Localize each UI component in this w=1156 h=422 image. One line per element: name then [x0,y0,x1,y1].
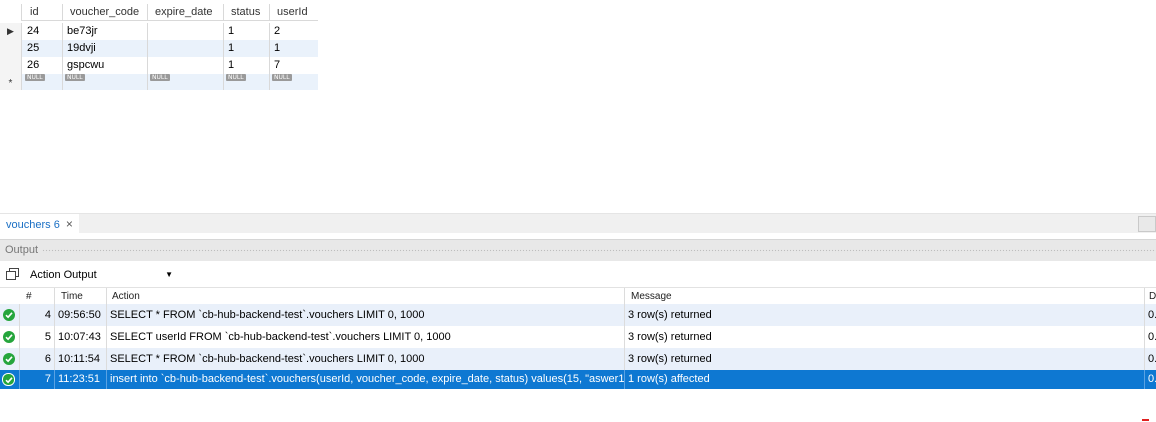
cell-id-null[interactable]: NULL [23,74,62,91]
cell-userid[interactable]: 7 [270,57,318,74]
table-row[interactable]: 25 19dvji 1 1 [0,40,318,57]
action-num: 5 [44,331,51,343]
cell-userid-null[interactable]: NULL [270,74,318,91]
cell-expire-date[interactable] [148,23,223,40]
result-tab-bar: vouchers 6 × [0,213,1156,234]
action-duration: 0. [1148,353,1156,365]
action-message: 1 row(s) affected [628,373,710,385]
output-type-select[interactable]: Action Output ▼ [26,266,176,284]
cell-status[interactable]: 1 [224,23,269,40]
action-message: 3 row(s) returned [628,353,712,365]
cell-userid[interactable]: 1 [270,40,318,57]
cell-voucher-code-null[interactable]: NULL [63,74,147,91]
action-time: 09:56:50 [58,309,101,321]
action-duration: 0. [1148,373,1156,385]
column-header-id[interactable]: id [23,4,62,21]
drag-handle[interactable] [42,249,1156,253]
action-table-header: # Time Action Message D [0,287,1156,306]
table-row[interactable]: ▶ 24 be73jr 1 2 [0,23,318,40]
cell-expire-date[interactable] [148,57,223,74]
output-type-value: Action Output [30,269,97,281]
cell-voucher-code[interactable]: 19dvji [63,40,147,57]
success-icon [2,373,15,386]
column-header-expire-date[interactable]: expire_date [148,4,223,21]
action-text: SELECT userId FROM `cb-hub-backend-test`… [110,331,451,343]
null-badge: NULL [226,74,246,81]
action-message: 3 row(s) returned [628,309,712,321]
action-row[interactable]: 5 10:07:43 SELECT userId FROM `cb-hub-ba… [0,326,1156,348]
column-header-voucher-code[interactable]: voucher_code [63,4,147,21]
cell-expire-date-null[interactable]: NULL [148,74,223,91]
action-num: 6 [44,353,51,365]
success-icon [3,331,15,343]
action-text: insert into `cb-hub-backend-test`.vouche… [110,373,624,385]
action-time: 10:11:54 [58,353,101,365]
action-row[interactable]: 6 10:11:54 SELECT * FROM `cb-hub-backend… [0,348,1156,370]
row-header-corner [0,4,22,21]
tab-label: vouchers 6 [6,219,60,231]
new-row-marker[interactable]: * [0,74,22,90]
action-text: SELECT * FROM `cb-hub-backend-test`.vouc… [110,353,425,365]
copy-icon[interactable] [6,268,20,281]
row-header[interactable] [0,57,22,74]
null-badge: NULL [25,74,45,81]
success-icon [3,309,15,321]
null-badge: NULL [272,74,292,81]
output-title: Output [5,244,39,256]
chevron-down-icon: ▼ [165,270,173,279]
cell-id[interactable]: 24 [23,23,62,40]
table-row[interactable]: 26 gspcwu 1 7 [0,57,318,74]
current-row-indicator[interactable]: ▶ [0,23,22,40]
column-header-userid[interactable]: userId [270,4,318,21]
action-num: 4 [44,309,51,321]
cell-status[interactable]: 1 [224,40,269,57]
tab-vouchers-6[interactable]: vouchers 6 × [0,214,79,234]
action-row[interactable]: 4 09:56:50 SELECT * FROM `cb-hub-backend… [0,304,1156,326]
action-time: 11:23:51 [58,373,101,385]
row-header[interactable] [0,40,22,57]
cell-id[interactable]: 25 [23,40,62,57]
cell-status-null[interactable]: NULL [224,74,269,91]
new-row[interactable]: * NULL NULL NULL NULL NULL [0,74,318,90]
action-row-selected[interactable]: 7 11:23:51 insert into `cb-hub-backend-t… [0,370,1156,389]
output-panel-header: Output [0,239,1156,261]
cell-userid[interactable]: 2 [270,23,318,40]
action-duration: 0. [1148,331,1156,343]
cell-voucher-code[interactable]: be73jr [63,23,147,40]
panel-toggle-button[interactable] [1138,216,1156,232]
grid-header: id voucher_code expire_date status userI… [0,4,318,21]
output-toolbar: Action Output ▼ [0,262,1156,286]
close-icon[interactable]: × [66,217,73,231]
red-indicator [1142,419,1149,421]
cell-status[interactable]: 1 [224,57,269,74]
action-time: 10:07:43 [58,331,101,343]
action-num: 7 [44,373,51,385]
null-badge: NULL [65,74,85,81]
null-badge: NULL [150,74,170,81]
cell-expire-date[interactable] [148,40,223,57]
column-header-status[interactable]: status [224,4,269,21]
action-duration: 0. [1148,309,1156,321]
action-text: SELECT * FROM `cb-hub-backend-test`.vouc… [110,309,425,321]
cell-voucher-code[interactable]: gspcwu [63,57,147,74]
cell-id[interactable]: 26 [23,57,62,74]
action-message: 3 row(s) returned [628,331,712,343]
success-icon [3,353,15,365]
